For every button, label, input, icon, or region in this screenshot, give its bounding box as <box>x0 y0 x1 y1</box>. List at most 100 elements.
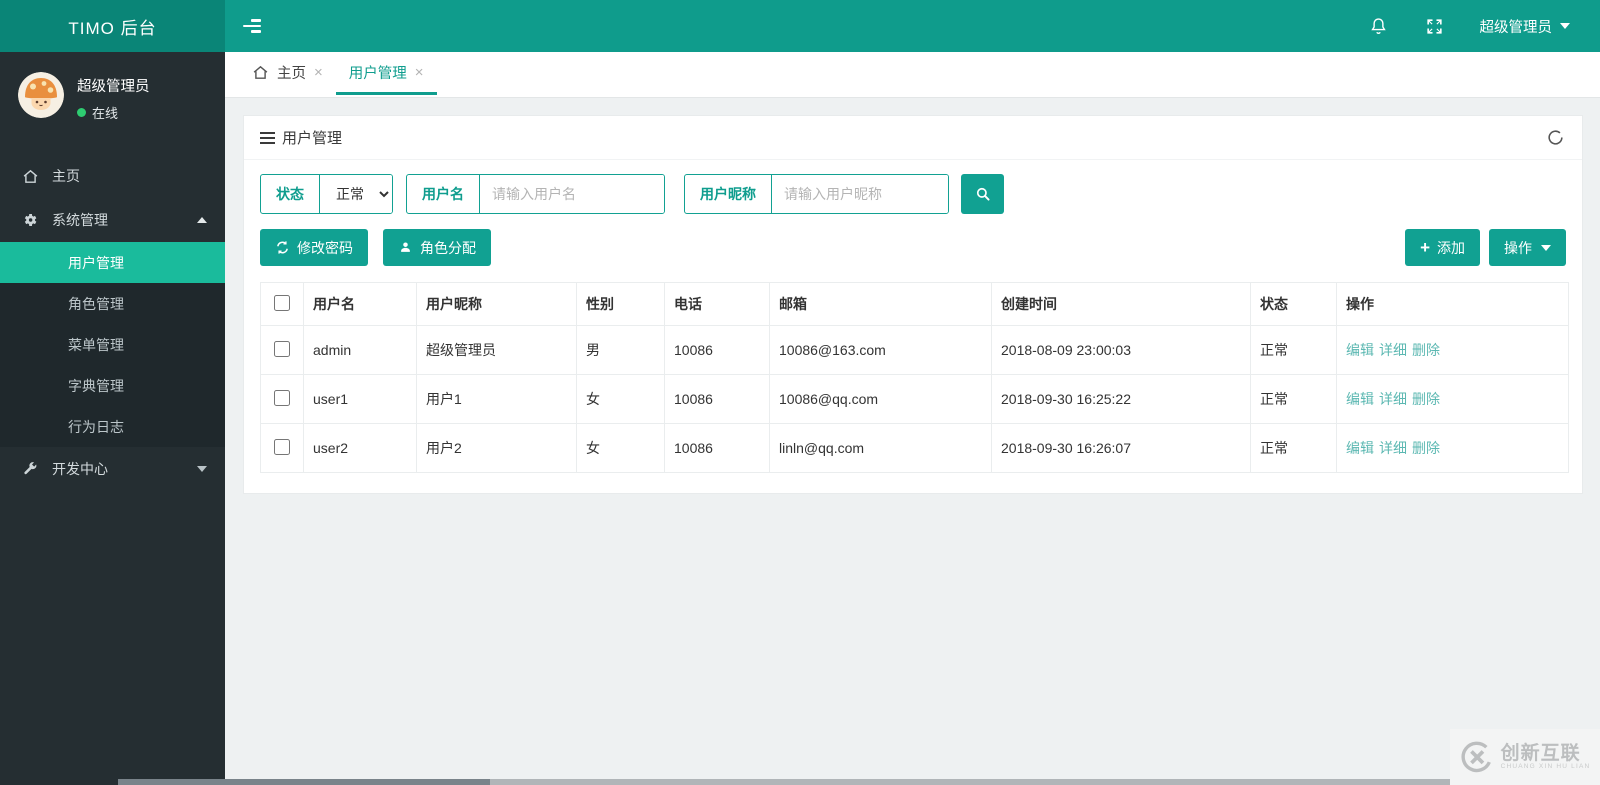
sidebar-submenu: 用户管理 角色管理 菜单管理 字典管理 行为日志 <box>0 242 225 447</box>
sidebar-item-devcenter[interactable]: 开发中心 <box>0 447 225 491</box>
filter-row: 状态 正常 用户名 用户昵称 <box>260 174 1566 214</box>
sidebar-item-label: 字典管理 <box>68 377 124 394</box>
sidebar-item-dict-mgmt[interactable]: 字典管理 <box>0 365 225 406</box>
home-icon <box>252 64 269 81</box>
col-created: 创建时间 <box>991 282 1251 326</box>
sidebar-item-label: 开发中心 <box>52 461 108 477</box>
chevron-up-icon <box>197 217 207 223</box>
panel-title: 用户管理 <box>282 130 343 147</box>
edit-link[interactable]: 编辑 <box>1346 391 1374 407</box>
operate-label: 操作 <box>1504 239 1532 256</box>
list-icon <box>260 131 275 144</box>
sidebar-item-menu-mgmt[interactable]: 菜单管理 <box>0 324 225 365</box>
watermark-subtitle: CHUANG XIN HU LIAN <box>1500 763 1591 771</box>
sidebar-item-label: 系统管理 <box>52 212 108 228</box>
sidebar-item-label: 菜单管理 <box>68 336 124 353</box>
cell-phone: 10086 <box>664 423 770 473</box>
col-status: 状态 <box>1250 282 1337 326</box>
watermark: 创新互联 CHUANG XIN HU LIAN <box>1450 729 1600 785</box>
nickname-filter-group: 用户昵称 <box>684 174 949 214</box>
tab-label: 主页 <box>277 65 306 82</box>
bell-icon[interactable] <box>1368 15 1390 37</box>
sidebar-user-status: 在线 <box>92 106 119 121</box>
cell-username: admin <box>303 325 417 375</box>
watermark-logo-icon <box>1461 741 1491 773</box>
sidebar-toggle-icon[interactable] <box>243 9 277 43</box>
cell-email: 10086@qq.com <box>769 374 992 424</box>
edit-link[interactable]: 编辑 <box>1346 342 1374 358</box>
row-checkbox[interactable] <box>274 389 290 406</box>
refresh-icon[interactable] <box>1544 127 1566 149</box>
close-icon[interactable]: × <box>415 64 424 81</box>
nickname-input[interactable] <box>772 175 948 213</box>
scrollbar-thumb[interactable] <box>118 779 490 785</box>
sync-icon <box>275 240 290 255</box>
main-area: 主页 × 用户管理 × 用户管理 状态 正常 用户名 请输入用户名 用户昵称 请… <box>225 52 1600 785</box>
add-label: 添加 <box>1437 239 1465 256</box>
username-input[interactable] <box>480 175 664 213</box>
add-button[interactable]: + 添加 <box>1405 229 1480 266</box>
operate-dropdown-button[interactable]: 操作 <box>1489 229 1566 266</box>
sidebar-menu: 主页 系统管理 用户管理 角色管理 菜单管理 字典管理 行为日志 开发中心 <box>0 154 225 491</box>
table-row: admin 超级管理员 男 10086 10086@163.com 2018-0… <box>260 325 1569 375</box>
home-icon <box>22 167 40 185</box>
sidebar: 超级管理员 在线 主页 系统管理 用户管理 角色管理 菜单管理 字典管理 行为日… <box>0 52 225 785</box>
delete-link[interactable]: 删除 <box>1412 440 1440 456</box>
detail-link[interactable]: 详细 <box>1379 342 1407 358</box>
close-icon[interactable]: × <box>314 64 323 81</box>
sidebar-item-role-mgmt[interactable]: 角色管理 <box>0 283 225 324</box>
cell-nickname: 超级管理员 <box>416 325 577 375</box>
table-row: user2 用户2 女 10086 linln@qq.com 2018-09-3… <box>260 423 1569 473</box>
panel-header: 用户管理 <box>244 116 1582 160</box>
change-password-button[interactable]: 修改密码 <box>260 229 368 266</box>
search-icon <box>976 187 990 201</box>
change-password-label: 修改密码 <box>297 239 353 256</box>
cell-created: 2018-08-09 23:00:03 <box>991 325 1251 375</box>
scrollbar-track <box>490 779 1600 785</box>
assign-role-label: 角色分配 <box>420 239 476 256</box>
row-checkbox[interactable] <box>274 438 290 455</box>
nickname-filter-label: 用户昵称 <box>685 175 772 213</box>
cell-gender: 女 <box>576 423 665 473</box>
edit-link[interactable]: 编辑 <box>1346 440 1374 456</box>
sidebar-item-action-log[interactable]: 行为日志 <box>0 406 225 447</box>
sidebar-item-user-mgmt[interactable]: 用户管理 <box>0 242 225 283</box>
user-icon <box>398 240 413 255</box>
cell-gender: 男 <box>576 325 665 375</box>
search-button[interactable] <box>961 174 1004 214</box>
col-gender: 性别 <box>576 282 665 326</box>
tab-label: 用户管理 <box>348 65 407 82</box>
tab-home[interactable]: 主页 × <box>239 52 336 95</box>
user-dropdown[interactable]: 超级管理员 <box>1480 16 1583 37</box>
avatar[interactable] <box>18 72 64 118</box>
cell-nickname: 用户2 <box>416 423 577 473</box>
sidebar-item-label: 用户管理 <box>68 254 124 271</box>
horizontal-scrollbar[interactable] <box>0 779 1600 785</box>
app-logo[interactable]: TIMO 后台 <box>0 0 225 52</box>
sidebar-item-home[interactable]: 主页 <box>0 154 225 198</box>
delete-link[interactable]: 删除 <box>1412 391 1440 407</box>
col-nickname: 用户昵称 <box>416 282 577 326</box>
col-username: 用户名 <box>303 282 417 326</box>
status-select[interactable]: 正常 <box>320 175 392 213</box>
assign-role-button[interactable]: 角色分配 <box>383 229 491 266</box>
username-filter-group: 用户名 <box>406 174 665 214</box>
tab-user-mgmt[interactable]: 用户管理 × <box>335 52 437 95</box>
select-all-checkbox[interactable] <box>274 294 290 311</box>
user-mgmt-panel: 用户管理 状态 正常 用户名 请输入用户名 用户昵称 请输入用户昵称 修改密码 … <box>243 115 1583 494</box>
cell-created: 2018-09-30 16:25:22 <box>991 374 1251 424</box>
fullscreen-icon[interactable] <box>1424 15 1446 37</box>
sidebar-item-system[interactable]: 系统管理 <box>0 198 225 242</box>
watermark-title: 创新互联 <box>1500 742 1581 764</box>
col-phone: 电话 <box>664 282 770 326</box>
detail-link[interactable]: 详细 <box>1379 440 1407 456</box>
wrench-icon <box>22 460 40 478</box>
row-checkbox[interactable] <box>274 340 290 357</box>
detail-link[interactable]: 详细 <box>1379 391 1407 407</box>
col-actions: 操作 <box>1336 282 1569 326</box>
sidebar-item-label: 行为日志 <box>68 418 124 435</box>
cell-email: 10086@163.com <box>769 325 992 375</box>
delete-link[interactable]: 删除 <box>1412 342 1440 358</box>
cell-username: user1 <box>303 374 417 424</box>
cell-gender: 女 <box>576 374 665 424</box>
